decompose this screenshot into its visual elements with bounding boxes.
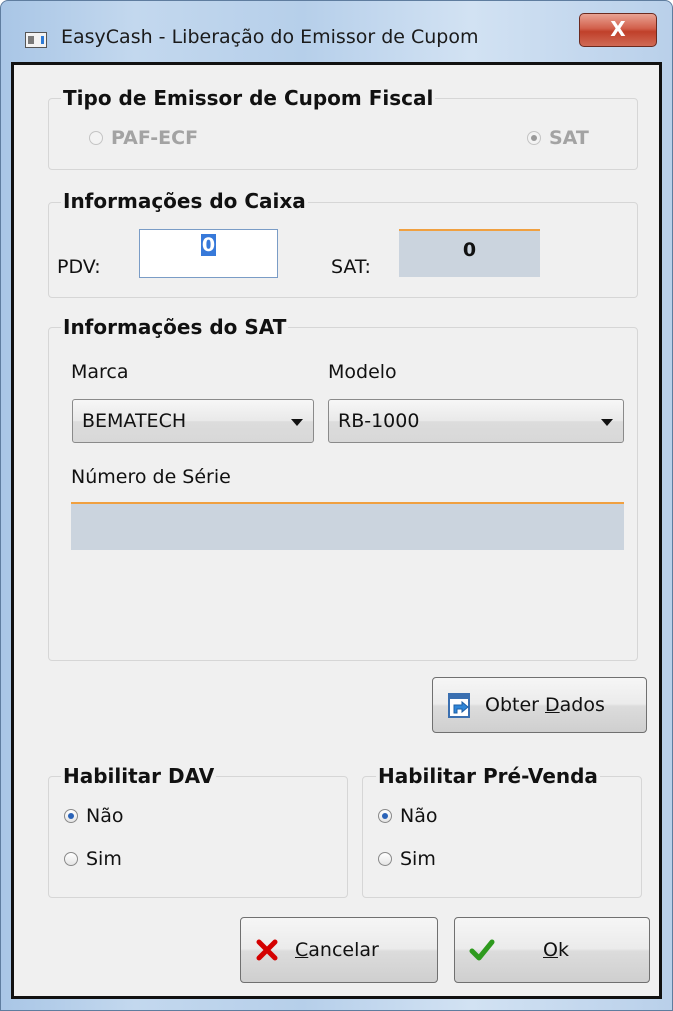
radio-prevenda-sim-label: Sim	[400, 848, 436, 870]
serie-field	[71, 502, 624, 550]
group-prevenda	[362, 776, 642, 898]
close-button[interactable]: X	[579, 13, 657, 47]
group-caixa	[48, 202, 638, 298]
radio-prevenda-sim-circle	[378, 852, 392, 866]
radio-paf-ecf-label: PAF-ECF	[111, 127, 199, 149]
pdv-input[interactable]: 0	[139, 229, 278, 278]
modelo-dropdown[interactable]: RB-1000	[328, 399, 624, 443]
group-sat-info-title: Informações do SAT	[61, 315, 289, 339]
document-import-icon	[448, 693, 470, 718]
ok-label: Ok	[543, 939, 569, 961]
radio-dav-sim-circle	[64, 852, 78, 866]
radio-prevenda-nao-label: Não	[400, 805, 438, 827]
marca-dropdown[interactable]: BEMATECH	[72, 399, 314, 443]
group-emissor-title: Tipo de Emissor de Cupom Fiscal	[61, 86, 436, 110]
cancel-label: Cancelar	[295, 939, 379, 961]
serie-label: Número de Série	[71, 466, 231, 488]
cancel-button[interactable]: Cancelar	[240, 917, 438, 983]
radio-prevenda-nao-circle	[378, 809, 392, 823]
modelo-value: RB-1000	[338, 410, 420, 432]
obter-dados-label: Obter Dados	[485, 694, 605, 716]
group-dav	[48, 776, 348, 898]
window-frame: EasyCash - Liberação do Emissor de Cupom…	[0, 0, 673, 1011]
ok-button[interactable]: Ok	[454, 917, 650, 983]
radio-dav-nao[interactable]: Não	[64, 805, 123, 827]
radio-dav-nao-label: Não	[86, 805, 124, 827]
radio-sat-circle	[527, 131, 541, 145]
radio-paf-ecf-circle	[89, 131, 103, 145]
radio-prevenda-nao[interactable]: Não	[378, 805, 437, 827]
pdv-value: 0	[200, 234, 217, 256]
dialog-body: Tipo de Emissor de Cupom Fiscal PAF-ECF …	[11, 62, 662, 999]
checkmark-icon	[469, 939, 495, 961]
sat-label: SAT:	[331, 256, 371, 278]
title-bar[interactable]: EasyCash - Liberação do Emissor de Cupom…	[1, 1, 672, 61]
group-dav-title: Habilitar DAV	[61, 764, 217, 788]
radio-sat-label: SAT	[549, 127, 589, 149]
sat-number-field: 0	[399, 229, 540, 277]
radio-sat[interactable]: SAT	[527, 127, 589, 149]
pdv-label: PDV:	[57, 256, 101, 278]
chevron-down-icon	[291, 419, 303, 426]
radio-paf-ecf[interactable]: PAF-ECF	[89, 127, 198, 149]
sat-number-value: 0	[462, 239, 477, 261]
marca-label: Marca	[71, 361, 129, 383]
group-caixa-title: Informações do Caixa	[61, 189, 308, 213]
app-icon	[25, 32, 47, 48]
close-icon	[256, 939, 278, 961]
radio-prevenda-sim[interactable]: Sim	[378, 848, 436, 870]
radio-dav-sim-label: Sim	[86, 848, 122, 870]
group-prevenda-title: Habilitar Pré-Venda	[376, 764, 600, 788]
radio-dav-sim[interactable]: Sim	[64, 848, 122, 870]
obter-dados-button[interactable]: Obter Dados	[432, 677, 647, 733]
window-title: EasyCash - Liberação do Emissor de Cupom	[61, 26, 479, 48]
marca-value: BEMATECH	[82, 410, 187, 432]
chevron-down-icon	[601, 419, 613, 426]
radio-dav-nao-circle	[64, 809, 78, 823]
modelo-label: Modelo	[328, 361, 397, 383]
